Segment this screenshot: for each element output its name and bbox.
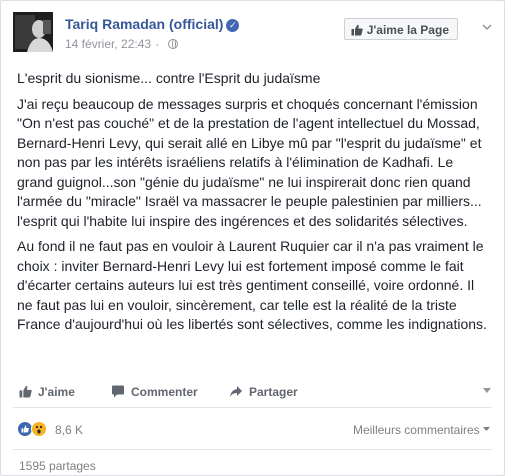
divider — [13, 407, 492, 408]
thumbs-up-icon — [19, 385, 32, 398]
comment-button[interactable]: Commenter — [111, 385, 198, 399]
share-arrow-icon — [230, 386, 242, 397]
wow-reaction-icon[interactable] — [31, 421, 47, 437]
like-button[interactable]: J'aime — [19, 385, 75, 399]
like-page-button[interactable]: J'aime la Page — [343, 18, 458, 40]
action-bar: J'aime Commenter Partager — [17, 379, 492, 407]
reactions-bar: 8,6 K Meilleurs commentaires — [17, 421, 490, 441]
post-paragraph: Au fond il ne faut pas en vouloir à Laur… — [17, 238, 487, 332]
share-label: Partager — [249, 385, 298, 399]
post-header: Tariq Ramadan (official) ✓ 14 février, 22… — [13, 12, 494, 56]
like-label: J'aime — [38, 385, 75, 399]
caret-down-icon — [483, 427, 490, 431]
like-page-label: J'aime la Page — [366, 23, 449, 37]
post-timestamp[interactable]: 14 février, 22:43 — [65, 37, 151, 51]
post-paragraph: L'esprit du sionisme... contre l'Esprit … — [17, 70, 321, 86]
caret-down-icon[interactable] — [482, 387, 492, 395]
comment-sort-label: Meilleurs commentaires — [352, 423, 480, 437]
post-card: Tariq Ramadan (official) ✓ 14 février, 22… — [0, 0, 505, 476]
comment-label: Commenter — [131, 385, 198, 399]
post-body: L'esprit du sionisme... contre l'Esprit … — [17, 69, 491, 341]
share-count[interactable]: 1595 partages — [19, 459, 96, 473]
globe-icon[interactable] — [167, 39, 178, 49]
divider — [13, 449, 492, 450]
author-name-text[interactable]: Tariq Ramadan (official) — [65, 16, 223, 32]
comment-bubble-icon — [112, 385, 124, 398]
comment-sort-dropdown[interactable]: Meilleurs commentaires — [353, 423, 490, 437]
share-button[interactable]: Partager — [229, 385, 298, 399]
verified-badge-icon: ✓ — [226, 19, 240, 32]
reaction-count[interactable]: 8,6 K — [55, 423, 83, 437]
author-name[interactable]: Tariq Ramadan (official) ✓ — [65, 16, 240, 32]
chevron-down-icon[interactable] — [482, 22, 492, 32]
post-paragraph: J'ai reçu beaucoup de messages surpris e… — [17, 95, 482, 229]
post-meta: 14 février, 22:43 · — [65, 37, 178, 51]
thumbs-up-icon — [351, 24, 363, 36]
avatar[interactable] — [13, 12, 53, 52]
